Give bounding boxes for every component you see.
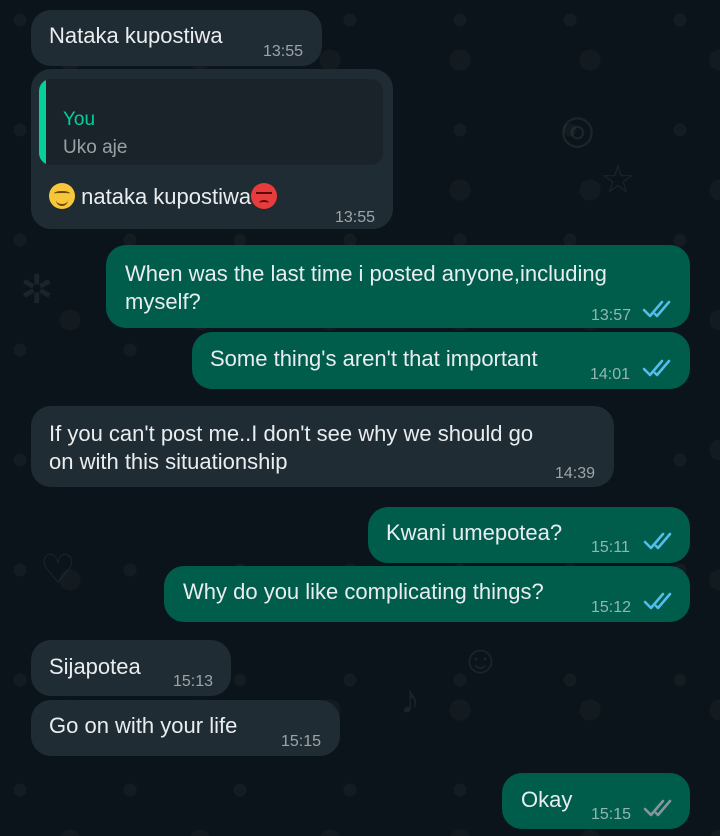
message-text-line: If you can't post me..I don't see why we… — [49, 421, 534, 446]
wallpaper-camera-doodle: ◎ — [560, 108, 595, 152]
message-time: 15:13 — [173, 673, 214, 690]
outgoing-message[interactable]: Okay 15:15 — [502, 773, 690, 829]
double-check-icon — [642, 300, 671, 318]
outgoing-message[interactable]: Why do you like complicating things? 15:… — [164, 566, 690, 622]
quoted-message[interactable]: You Uko aje — [39, 79, 383, 165]
incoming-reply-message[interactable]: You Uko aje nataka kupostiwa 13:55 — [31, 69, 393, 229]
message-text-line: myself? — [125, 289, 201, 314]
outgoing-message[interactable]: Some thing's aren't that important 14:01 — [192, 332, 690, 389]
message-time: 13:55 — [335, 209, 376, 226]
message-text: Kwani umepotea? — [386, 520, 563, 545]
quoted-text: Uko aje — [63, 137, 128, 158]
message-time: 15:12 — [591, 599, 632, 616]
message-text: Sijapotea — [49, 654, 141, 679]
message-text-line: on with this situationship — [49, 449, 288, 474]
wallpaper-heart-doodle: ♡ — [40, 548, 76, 592]
wallpaper-smiley-doodle: ☺ — [460, 638, 501, 682]
incoming-message[interactable]: Nataka kupostiwa 13:55 — [31, 10, 322, 66]
message-time: 15:15 — [591, 806, 632, 823]
message-text: Okay — [521, 787, 573, 812]
message-body: nataka kupostiwa — [49, 182, 278, 211]
quote-accent-bar — [39, 79, 46, 165]
double-check-icon — [643, 592, 672, 610]
incoming-message[interactable]: Sijapotea 15:13 — [31, 640, 231, 696]
message-text: nataka kupostiwa — [81, 184, 252, 209]
angry-face-emoji-icon — [251, 183, 278, 209]
message-text: Go on with your life — [49, 713, 238, 738]
message-text-line: When was the last time i posted anyone,i… — [125, 261, 607, 286]
incoming-message[interactable]: Go on with your life 15:15 — [31, 700, 340, 756]
incoming-message[interactable]: If you can't post me..I don't see why we… — [31, 406, 614, 487]
smiling-face-emoji-icon — [49, 183, 75, 209]
message-time: 14:39 — [555, 465, 596, 482]
message-text: Some thing's aren't that important — [210, 346, 538, 371]
message-text: Why do you like complicating things? — [183, 579, 544, 604]
message-time: 14:01 — [590, 366, 631, 383]
message-text: Nataka kupostiwa — [49, 23, 223, 48]
message-time: 15:11 — [591, 539, 630, 556]
wallpaper-star-doodle: ✲ — [20, 268, 54, 312]
wallpaper-star-doodle: ☆ — [600, 158, 636, 202]
double-check-icon — [642, 359, 671, 377]
double-check-icon — [643, 799, 672, 817]
outgoing-message[interactable]: When was the last time i posted anyone,i… — [106, 245, 690, 328]
quoted-sender: You — [63, 109, 96, 130]
message-time: 13:57 — [591, 307, 632, 324]
wallpaper-music-doodle: ♪ — [400, 678, 420, 722]
outgoing-message[interactable]: Kwani umepotea? 15:11 — [368, 507, 690, 563]
double-check-icon — [643, 532, 672, 550]
message-time: 13:55 — [263, 43, 304, 60]
message-time: 15:15 — [281, 733, 322, 750]
